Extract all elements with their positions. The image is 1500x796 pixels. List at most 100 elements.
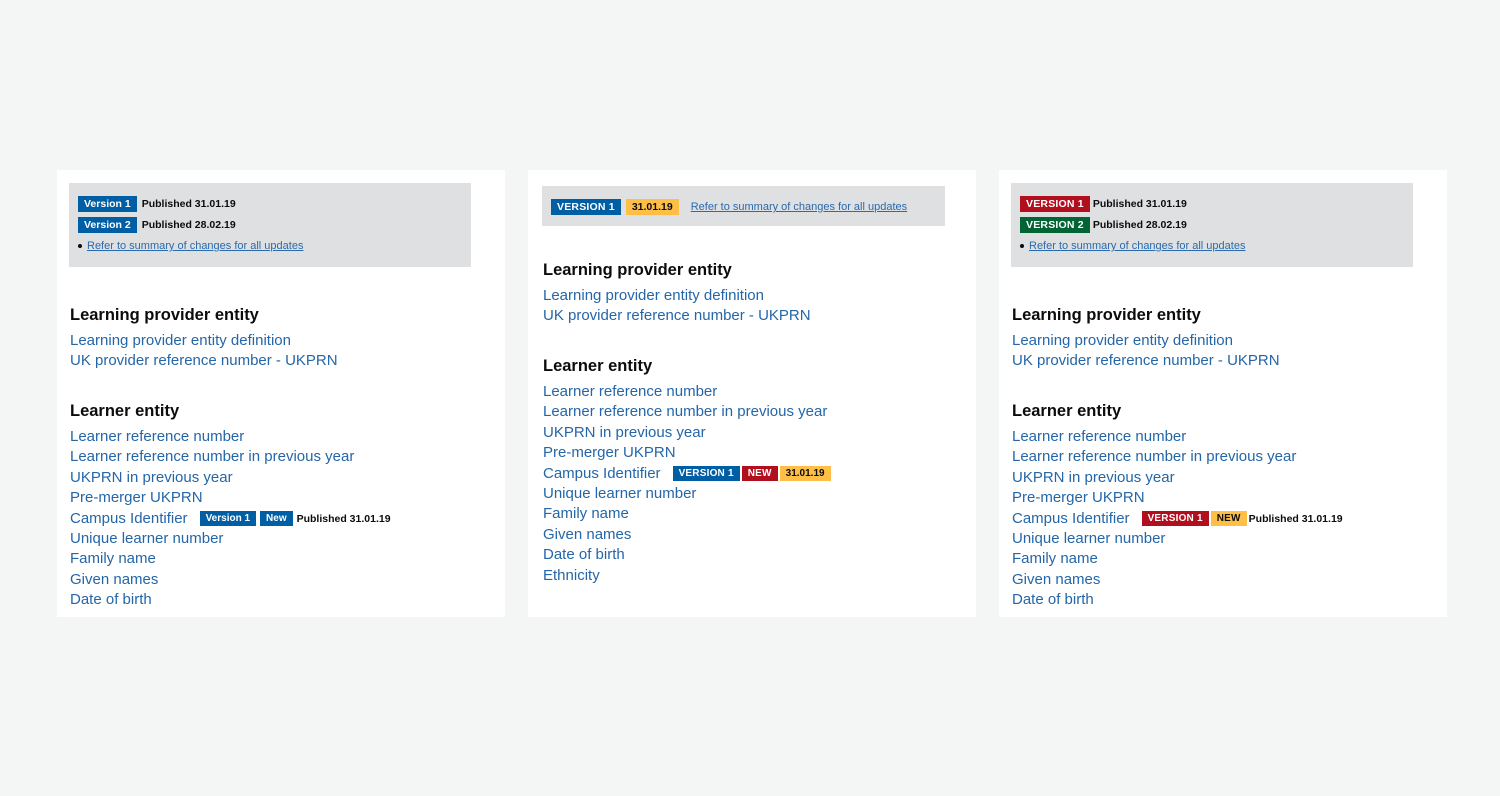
entity-link[interactable]: Learner reference number in previous yea… [70, 447, 354, 467]
entity-link[interactable]: Learning provider entity definition [543, 286, 764, 306]
list-item: UK provider reference number - UKPRN [1012, 351, 1280, 371]
list-item: Learning provider entity definition [1012, 331, 1280, 351]
entity-link[interactable]: Learner reference number [70, 427, 244, 447]
list-item: Learner reference number in previous yea… [1012, 447, 1343, 467]
list-item: Given names [70, 570, 391, 590]
list-item: Learner reference number [70, 427, 391, 447]
version-tag: Version 2 [78, 217, 137, 233]
entity-link[interactable]: Pre-merger UKPRN [543, 443, 676, 463]
entity-link[interactable]: Learner reference number in previous yea… [543, 402, 827, 422]
version-row: Version 2 Published 28.02.19 [78, 217, 236, 233]
list-item: Learner reference number in previous yea… [543, 402, 835, 422]
learner-section: Learner entity Learner reference number … [543, 356, 835, 586]
design-variant-b-card: VERSION 1 31.01.19 Refer to summary of c… [528, 170, 976, 617]
list-item: Unique learner number [1012, 529, 1343, 549]
list-item: Pre-merger UKPRN [70, 488, 391, 508]
entity-link[interactable]: Unique learner number [543, 484, 696, 504]
entity-link[interactable]: Date of birth [543, 545, 625, 565]
entity-link[interactable]: UKPRN in previous year [70, 468, 233, 488]
published-date: Published 31.01.19 [296, 512, 391, 525]
learning-provider-section: Learning provider entity Learning provid… [543, 260, 811, 327]
entity-link[interactable]: Family name [1012, 549, 1098, 569]
design-variant-a-card: Version 1 Published 31.01.19 Version 2 P… [57, 170, 505, 617]
list-item: Family name [70, 549, 391, 569]
list-item: Learner reference number [1012, 427, 1343, 447]
learner-section: Learner entity Learner reference number … [1012, 401, 1343, 611]
list-item: Unique learner number [543, 484, 835, 504]
entity-link[interactable]: Learner reference number [1012, 427, 1186, 447]
entity-link[interactable]: Family name [543, 504, 629, 524]
link-list: Learner reference number Learner referen… [1012, 427, 1343, 611]
link-list: Learning provider entity definition UK p… [70, 331, 338, 372]
published-date: Published 28.02.19 [141, 219, 236, 231]
entity-link[interactable]: Learner reference number [543, 382, 717, 402]
entity-link[interactable]: Campus Identifier [70, 509, 188, 529]
new-tag: NEW [1210, 511, 1247, 527]
list-item: Learner reference number [543, 382, 835, 402]
published-date: Published 31.01.19 [141, 198, 236, 210]
bullet-icon [1020, 244, 1024, 248]
version-banner: Version 1 Published 31.01.19 Version 2 P… [69, 183, 471, 267]
link-list: Learning provider entity definition UK p… [1012, 331, 1280, 372]
entity-link[interactable]: UK provider reference number - UKPRN [70, 351, 338, 371]
list-item: Pre-merger UKPRN [1012, 488, 1343, 508]
section-heading: Learner entity [70, 402, 180, 420]
version-tag: VERSION 2 [1020, 217, 1090, 233]
summary-of-changes-link[interactable]: Refer to summary of changes for all upda… [87, 240, 303, 252]
entity-link[interactable]: Learning provider entity definition [1012, 331, 1233, 351]
entity-link[interactable]: UKPRN in previous year [1012, 468, 1175, 488]
list-item: UKPRN in previous year [543, 423, 835, 443]
version-row: VERSION 1 Published 31.01.19 [1020, 196, 1187, 212]
summary-of-changes-link[interactable]: Refer to summary of changes for all upda… [1029, 240, 1245, 252]
entity-link[interactable]: Unique learner number [1012, 529, 1165, 549]
list-item: UK provider reference number - UKPRN [70, 351, 338, 371]
learning-provider-section: Learning provider entity Learning provid… [70, 305, 338, 372]
list-item: UK provider reference number - UKPRN [543, 306, 811, 326]
version-tag: VERSION 1 [1141, 511, 1209, 527]
entity-link[interactable]: UKPRN in previous year [543, 423, 706, 443]
link-list: Learner reference number Learner referen… [70, 427, 391, 611]
version-tag: VERSION 1 [672, 466, 740, 482]
list-item: Given names [543, 525, 835, 545]
published-date: Published 31.01.19 [1092, 198, 1187, 210]
link-list: Learner reference number Learner referen… [543, 382, 835, 586]
entity-link[interactable]: Pre-merger UKPRN [1012, 488, 1145, 508]
version-row: VERSION 2 Published 28.02.19 [1020, 217, 1187, 233]
version-banner: VERSION 1 Published 31.01.19 VERSION 2 P… [1011, 183, 1413, 267]
entity-link[interactable]: Date of birth [1012, 590, 1094, 610]
entity-link[interactable]: Learning provider entity definition [70, 331, 291, 351]
entity-link[interactable]: Unique learner number [70, 529, 223, 549]
link-list: Learning provider entity definition UK p… [543, 286, 811, 327]
date-tag: 31.01.19 [779, 466, 831, 482]
entity-link[interactable]: Ethnicity [543, 566, 600, 586]
entity-link[interactable]: Pre-merger UKPRN [70, 488, 203, 508]
list-item: Date of birth [1012, 590, 1343, 610]
entity-link[interactable]: Date of birth [70, 590, 152, 610]
list-item: Given names [1012, 570, 1343, 590]
summary-row: Refer to summary of changes for all upda… [1020, 240, 1245, 252]
entity-link[interactable]: Given names [543, 525, 631, 545]
summary-of-changes-link[interactable]: Refer to summary of changes for all upda… [691, 201, 907, 213]
version-tag: Version 1 [199, 511, 257, 527]
list-item: Date of birth [70, 590, 391, 610]
entity-link[interactable]: UK provider reference number - UKPRN [1012, 351, 1280, 371]
list-item: UKPRN in previous year [70, 468, 391, 488]
list-item: Learning provider entity definition [70, 331, 338, 351]
entity-link[interactable]: UK provider reference number - UKPRN [543, 306, 811, 326]
list-item: Unique learner number [70, 529, 391, 549]
list-item: Campus Identifier VERSION 1 NEW Publishe… [1012, 509, 1343, 529]
list-item: Learner reference number in previous yea… [70, 447, 391, 467]
section-heading: Learning provider entity [543, 261, 732, 279]
entity-link[interactable]: Campus Identifier [1012, 509, 1130, 529]
new-tag: NEW [741, 466, 778, 482]
entity-link[interactable]: Family name [70, 549, 156, 569]
list-item: Ethnicity [543, 566, 835, 586]
new-tag: New [260, 511, 293, 527]
list-item: Family name [1012, 549, 1343, 569]
section-heading: Learner entity [1012, 402, 1122, 420]
entity-link[interactable]: Given names [1012, 570, 1100, 590]
entity-link[interactable]: Given names [70, 570, 158, 590]
entity-link[interactable]: Learner reference number in previous yea… [1012, 447, 1296, 467]
published-date: Published 28.02.19 [1092, 219, 1187, 231]
entity-link[interactable]: Campus Identifier [543, 464, 661, 484]
